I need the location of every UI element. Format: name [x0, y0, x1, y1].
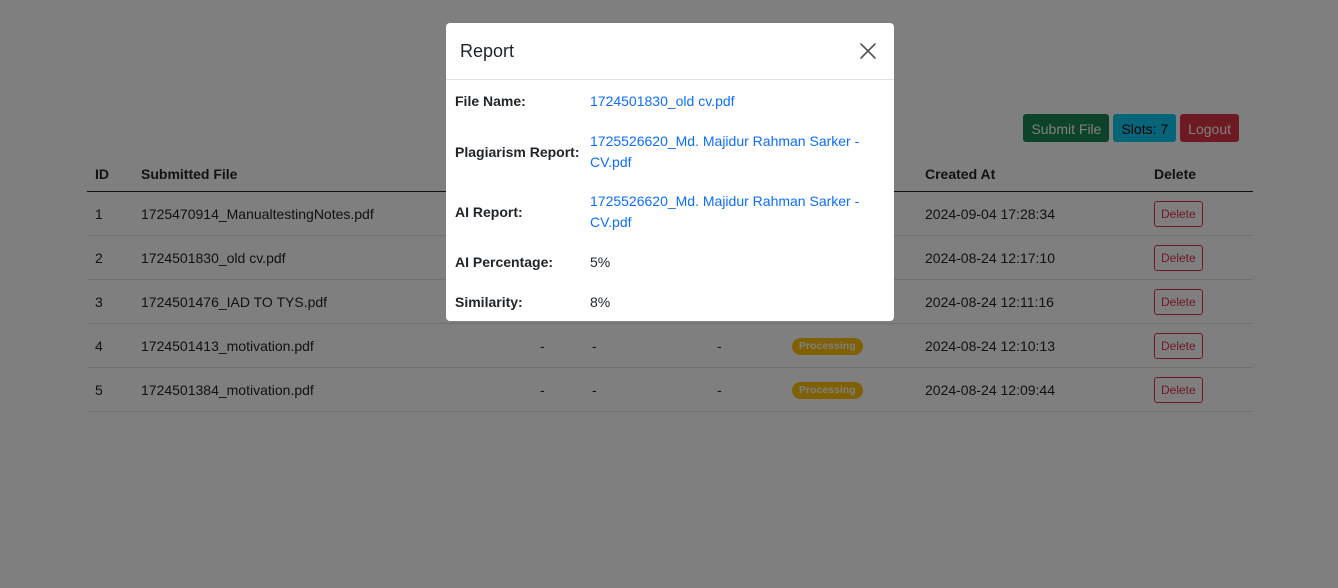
- plagiarism-report-link[interactable]: 1725526620_Md. Majidur Rahman Sarker - C…: [590, 133, 859, 170]
- file-name-value: 1724501830_old cv.pdf: [590, 80, 885, 122]
- similarity-label: Similarity:: [455, 293, 523, 310]
- page: Submit File Slots: 7 Logout ID Submitted…: [0, 0, 1338, 588]
- similarity-value: 8%: [590, 294, 611, 310]
- file-name-link[interactable]: 1724501830_old cv.pdf: [590, 93, 735, 109]
- report-row-plagiarism: Plagiarism Report: 1725526620_Md. Majidu…: [455, 122, 885, 182]
- close-button[interactable]: [856, 39, 880, 63]
- report-modal: Report File Name: 1724501830_old cv.pdf …: [446, 23, 894, 321]
- modal-body: File Name: 1724501830_old cv.pdf Plagiar…: [446, 80, 894, 321]
- modal-title: Report: [460, 40, 515, 61]
- ai-report-value: 1725526620_Md. Majidur Rahman Sarker - C…: [590, 182, 885, 242]
- plagiarism-value: 1725526620_Md. Majidur Rahman Sarker - C…: [590, 122, 885, 182]
- modal-header: Report: [446, 23, 894, 80]
- report-table: File Name: 1724501830_old cv.pdf Plagiar…: [455, 80, 885, 321]
- report-row-ai-report: AI Report: 1725526620_Md. Majidur Rahman…: [455, 182, 885, 242]
- ai-report-label: AI Report:: [455, 203, 523, 220]
- report-row-ai-percentage: AI Percentage: 5%: [455, 242, 885, 282]
- file-name-label: File Name:: [455, 92, 526, 109]
- ai-report-link[interactable]: 1725526620_Md. Majidur Rahman Sarker - C…: [590, 193, 859, 230]
- ai-percentage-label: AI Percentage:: [455, 253, 554, 270]
- plagiarism-label: Plagiarism Report:: [455, 143, 580, 160]
- report-row-file-name: File Name: 1724501830_old cv.pdf: [455, 80, 885, 122]
- report-row-similarity: Similarity: 8%: [455, 282, 885, 321]
- close-icon: [860, 43, 876, 59]
- ai-percentage-value: 5%: [590, 254, 611, 270]
